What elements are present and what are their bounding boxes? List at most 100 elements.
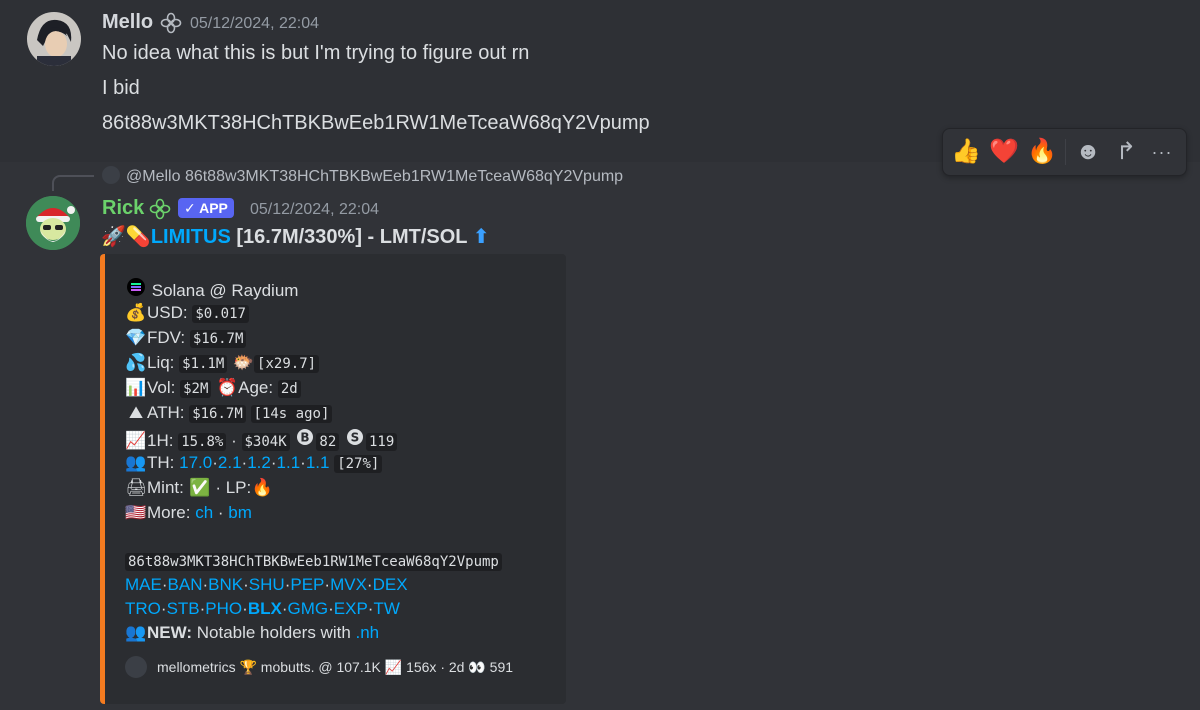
h1-sells: 119 xyxy=(365,433,398,451)
usd-value: $0.017 xyxy=(192,305,249,323)
message-action-bar: 👍 ❤️ 🔥 ☻ ↱ ··· xyxy=(942,128,1187,176)
fire-icon: 🔥 xyxy=(251,478,273,497)
mello-username[interactable]: Mello xyxy=(102,11,153,34)
platform-link[interactable]: SHU xyxy=(249,575,285,594)
liq-row: 💦Liq: $1.1M 🐡 [x29.7] xyxy=(125,353,320,373)
droplets-icon: 💦 xyxy=(125,353,147,372)
vol-value: $2M xyxy=(180,380,212,398)
chart-up-icon: 📈 xyxy=(125,431,147,450)
platform-link[interactable]: PEP xyxy=(290,575,324,594)
age-label: Age: xyxy=(238,378,274,397)
th-label: TH: xyxy=(147,453,175,472)
app-badge: ✓ APP xyxy=(178,198,234,218)
th-total: [27%] xyxy=(334,455,383,473)
message-timestamp: 05/12/2024, 22:04 xyxy=(190,15,320,32)
footer-avatar xyxy=(125,656,147,678)
platform-link[interactable]: PHO xyxy=(205,599,242,618)
holder-link[interactable]: 1.1 xyxy=(306,453,330,472)
blowfish-icon: 🐡 xyxy=(232,353,254,372)
h1-row: 📈1H: 15.8% · $304K B 82 S 119 xyxy=(125,428,398,451)
chart-up-icon: 📈 xyxy=(384,659,403,675)
rick-avatar[interactable] xyxy=(26,196,80,250)
address-row: 86t88w3MKT38HChTBKBwEeb1RW1MeTceaW68qY2V… xyxy=(125,551,502,571)
nh-command-link[interactable]: .nh xyxy=(356,623,380,642)
fdv-label: FDV: xyxy=(147,328,186,347)
toolbar-divider xyxy=(1065,139,1066,165)
sells-s-icon: S xyxy=(344,428,366,451)
platform-link[interactable]: MAE xyxy=(125,575,162,594)
forward-icon[interactable]: ↱ xyxy=(1111,137,1141,167)
printer-icon: 🖨 xyxy=(125,478,147,497)
clock-icon: ⏰ xyxy=(216,378,238,397)
rick-username[interactable]: Rick xyxy=(102,197,144,220)
chart-link[interactable]: ch xyxy=(195,503,213,522)
platform-link[interactable]: DEX xyxy=(373,575,408,594)
mint-label: Mint: xyxy=(147,478,184,497)
vol-label: Vol: xyxy=(147,378,176,397)
h1-change: 15.8% xyxy=(178,433,227,451)
platform-link[interactable]: TW xyxy=(373,599,399,618)
liq-value: $1.1M xyxy=(179,355,228,373)
holder-link[interactable]: 2.1 xyxy=(218,453,242,472)
ath-time: [14s ago] xyxy=(250,405,333,423)
new-row: 👥NEW: Notable holders with .nh xyxy=(125,623,379,643)
mello-avatar[interactable] xyxy=(27,12,81,66)
mint-row: 🖨Mint: ✅ · LP:🔥 xyxy=(125,478,273,498)
token-address[interactable]: 86t88w3MKT38HChTBKBwEeb1RW1MeTceaW68qY2V… xyxy=(125,553,502,571)
age-value: 2d xyxy=(277,380,301,398)
more-icon[interactable]: ··· xyxy=(1147,137,1177,167)
h1-label: 1H: xyxy=(147,431,174,450)
up-arrow-icon: ⬆ xyxy=(472,226,490,248)
footer-stats: 156x · 2d xyxy=(406,659,465,675)
bar-chart-icon: 📊 xyxy=(125,378,147,397)
embed-footer: mellometrics 🏆 mobutts. @ 107.1K 📈 156x … xyxy=(125,656,513,678)
holder-link[interactable]: 1.2 xyxy=(247,453,271,472)
holder-link[interactable]: 1.1 xyxy=(277,453,301,472)
buys-b-icon: B xyxy=(294,428,316,451)
usd-row: 💰USD: $0.017 xyxy=(125,303,249,323)
footer-views: 591 xyxy=(489,659,514,675)
message-line: No idea what this is but I'm trying to f… xyxy=(102,42,530,64)
thumbs-up-reaction[interactable]: 👍 xyxy=(951,137,981,167)
bubblemap-link[interactable]: bm xyxy=(228,503,252,522)
ath-label: ATH: xyxy=(147,403,185,422)
reply-avatar xyxy=(102,166,120,184)
separator: · xyxy=(231,431,237,450)
reply-mention[interactable]: @Mello xyxy=(126,168,180,185)
liq-label: Liq: xyxy=(147,353,175,372)
clan-badge-icon xyxy=(149,198,171,220)
footer-text: mobutts. @ 107.1K xyxy=(260,659,381,675)
fdv-value: $16.7M xyxy=(189,330,247,348)
token-summary: [16.7M/330%] - LMT/SOL xyxy=(230,226,473,248)
platform-link[interactable]: STB xyxy=(167,599,200,618)
platform-link[interactable]: TRO xyxy=(125,599,161,618)
platform-link[interactable]: MVX xyxy=(330,575,367,594)
usd-label: USD: xyxy=(147,303,188,322)
heart-reaction[interactable]: ❤️ xyxy=(989,137,1019,167)
svg-text:B: B xyxy=(301,431,310,445)
platform-link[interactable]: BLX xyxy=(248,599,282,618)
chain-text: Solana @ Raydium xyxy=(151,281,299,300)
reply-reference[interactable]: @Mello 86t88w3MKT38HChTBKBwEeb1RW1MeTcea… xyxy=(102,166,623,186)
add-reaction-icon[interactable]: ☻ xyxy=(1073,137,1103,167)
platform-link[interactable]: EXP xyxy=(334,599,368,618)
h1-buys: 82 xyxy=(316,433,340,451)
chain-row: Solana @ Raydium xyxy=(125,278,298,301)
diamond-icon: 💎 xyxy=(125,328,147,347)
fdv-row: 💎FDV: $16.7M xyxy=(125,328,247,348)
platform-link[interactable]: BAN xyxy=(168,575,203,594)
mountain-icon: ⛰ xyxy=(128,403,144,422)
links-row-1: MAE·BAN·BNK·SHU·PEP·MVX·DEX xyxy=(125,575,408,594)
th-row: 👥TH: 17.0·2.1·1.2·1.1·1.1 [27%] xyxy=(125,453,383,473)
money-bag-icon: 💰 xyxy=(125,303,147,322)
holder-link[interactable]: 17.0 xyxy=(179,453,212,472)
platform-link[interactable]: GMG xyxy=(287,599,328,618)
message-line: 86t88w3MKT38HChTBKBwEeb1RW1MeTceaW68qY2V… xyxy=(102,112,650,134)
platform-link[interactable]: BNK xyxy=(208,575,243,594)
fire-reaction[interactable]: 🔥 xyxy=(1027,137,1057,167)
trophy-icon: 🏆 xyxy=(239,659,257,675)
check-mark-icon: ✅ xyxy=(188,478,211,497)
token-name-link[interactable]: LIMITUS xyxy=(151,226,231,248)
users-icon: 👥 xyxy=(125,453,147,472)
solana-icon xyxy=(125,278,147,301)
